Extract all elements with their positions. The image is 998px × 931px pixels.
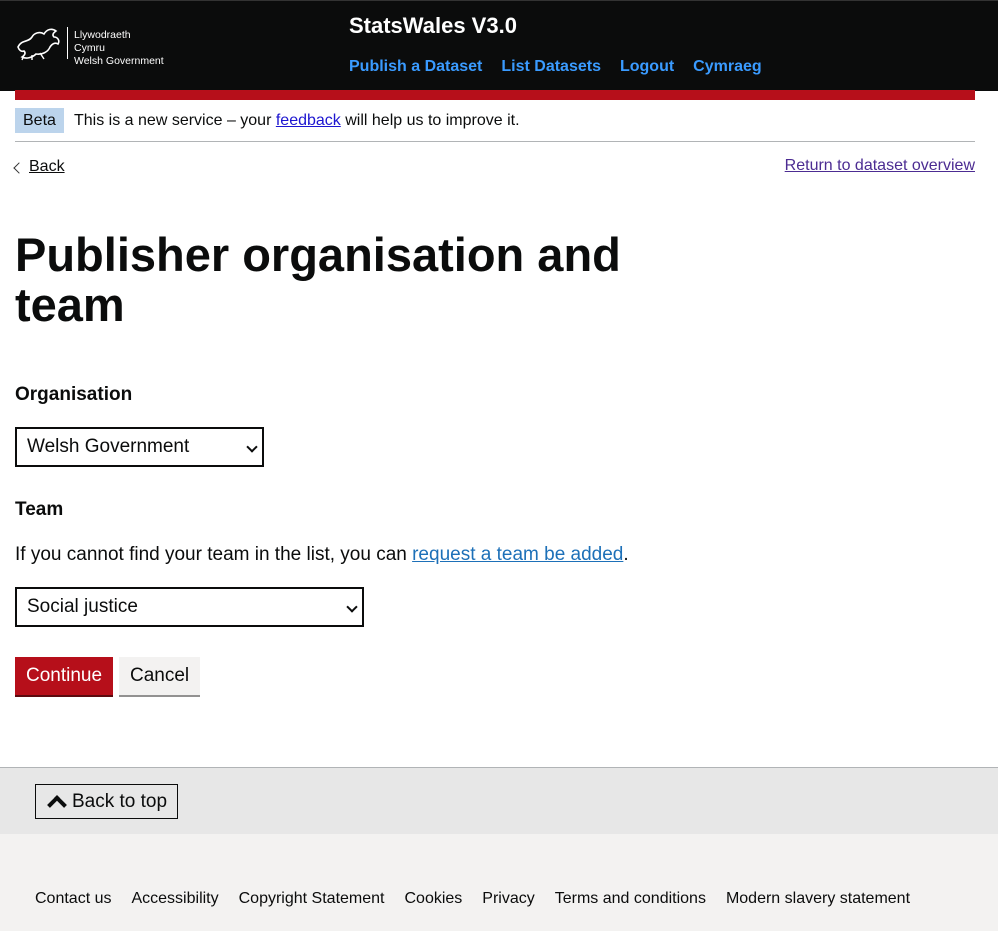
footer-link-privacy[interactable]: Privacy xyxy=(482,890,534,908)
chevron-down-icon xyxy=(346,601,358,613)
feedback-link[interactable]: feedback xyxy=(276,112,341,129)
logo-text: Llywodraeth Cymru Welsh Government xyxy=(74,29,164,67)
footer-link-accessibility[interactable]: Accessibility xyxy=(131,890,218,908)
organisation-selected-value: Welsh Government xyxy=(27,436,190,457)
organisation-label: Organisation xyxy=(15,384,133,405)
footer-link-contact[interactable]: Contact us xyxy=(35,890,111,908)
beta-banner: Beta This is a new service – your feedba… xyxy=(15,108,975,142)
welsh-government-logo[interactable]: Llywodraeth Cymru Welsh Government xyxy=(14,25,164,67)
chevron-up-icon xyxy=(47,795,67,815)
footer-link-copyright[interactable]: Copyright Statement xyxy=(239,890,385,908)
nav-logout[interactable]: Logout xyxy=(620,58,674,76)
team-label: Team xyxy=(15,499,64,520)
footer-links: Contact us Accessibility Copyright State… xyxy=(35,890,910,908)
back-to-top-label: Back to top xyxy=(72,791,168,812)
chevron-down-icon xyxy=(246,441,258,453)
beta-text: This is a new service – your feedback wi… xyxy=(74,112,520,129)
site-footer: Contact us Accessibility Copyright State… xyxy=(0,834,998,931)
continue-button[interactable]: Continue xyxy=(15,657,114,695)
chevron-left-icon xyxy=(13,161,25,174)
team-hint: If you cannot find your team in the list… xyxy=(15,544,629,565)
request-team-link[interactable]: request a team be added xyxy=(412,544,623,565)
back-to-top-button[interactable]: Back to top xyxy=(35,784,178,819)
brand-bar xyxy=(15,90,975,100)
team-selected-value: Social justice xyxy=(27,596,138,617)
site-header: Llywodraeth Cymru Welsh Government Stats… xyxy=(0,0,998,91)
return-to-overview-link[interactable]: Return to dataset overview xyxy=(785,157,975,175)
footer-link-terms[interactable]: Terms and conditions xyxy=(555,890,706,908)
beta-tag: Beta xyxy=(15,108,64,133)
nav-publish-dataset[interactable]: Publish a Dataset xyxy=(349,58,482,76)
footer-link-cookies[interactable]: Cookies xyxy=(404,890,462,908)
team-select[interactable]: Social justice xyxy=(15,587,364,627)
dragon-icon xyxy=(17,28,60,61)
back-link[interactable]: Back xyxy=(29,158,65,176)
nav-list-datasets[interactable]: List Datasets xyxy=(501,58,601,76)
site-title[interactable]: StatsWales V3.0 xyxy=(349,13,517,39)
cancel-button[interactable]: Cancel xyxy=(119,657,201,695)
footer-link-modern-slavery[interactable]: Modern slavery statement xyxy=(726,890,910,908)
back-link-row: Back xyxy=(13,158,65,176)
organisation-select[interactable]: Welsh Government xyxy=(15,427,264,467)
back-to-top-bar: Back to top xyxy=(0,767,998,834)
page-title: Publisher organisation and team xyxy=(15,228,621,331)
logo-divider xyxy=(67,27,68,59)
main-nav: Publish a Dataset List Datasets Logout C… xyxy=(349,58,762,76)
nav-language-toggle[interactable]: Cymraeg xyxy=(693,58,761,76)
